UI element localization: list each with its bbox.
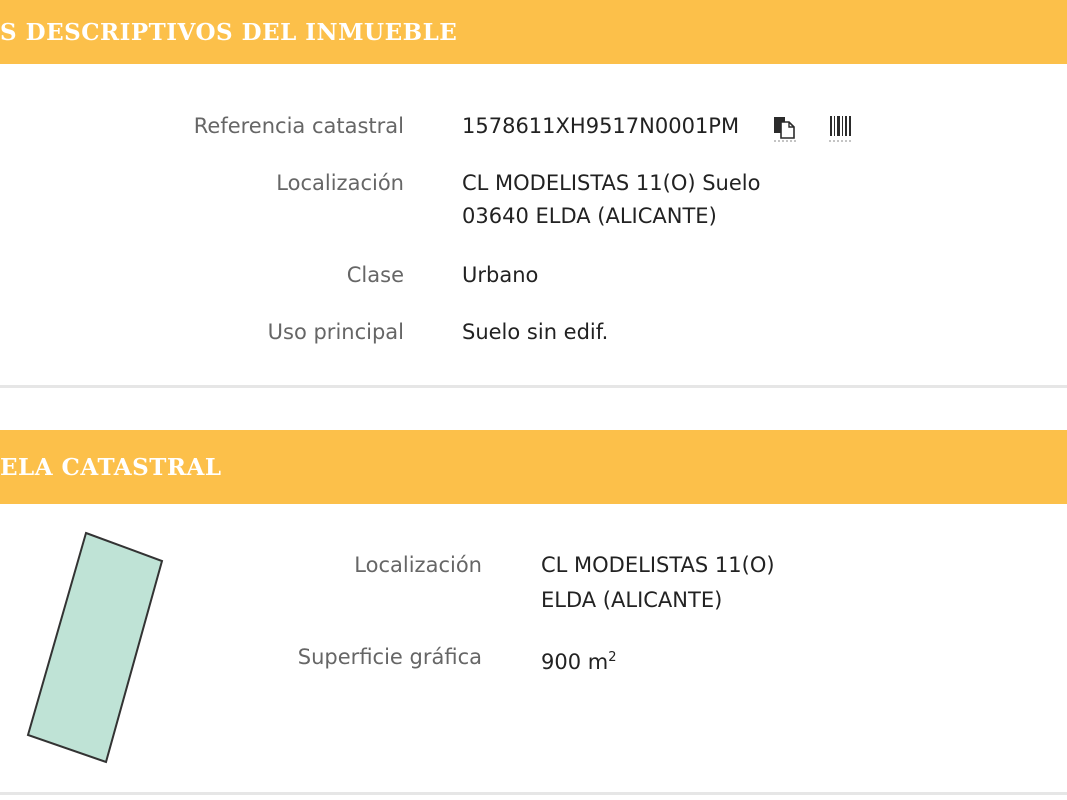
section-title-parcel: ELA CATASTRAL: [0, 453, 222, 481]
value-localizacion-line1: CL MODELISTAS 11(O) Suelo: [462, 171, 761, 195]
copy-icon[interactable]: [772, 113, 798, 143]
page: S DESCRIPTIVOS DEL INMUEBLE Referencia c…: [0, 0, 1067, 800]
section-header-parcel: ELA CATASTRAL: [0, 430, 1067, 504]
label-superficie-grafica: Superficie gráfica: [297, 645, 482, 669]
value-uso-principal: Suelo sin edif.: [462, 320, 609, 344]
value-parcel-localizacion-line2: ELDA (ALICANTE): [541, 588, 723, 612]
section-divider: [0, 385, 1067, 388]
copy-icon-graphic: [774, 117, 796, 142]
superficie-value: 900 m: [541, 650, 609, 674]
label-localizacion: Localización: [276, 171, 404, 195]
value-superficie-grafica: 900 m2: [541, 641, 617, 679]
label-referencia-catastral: Referencia catastral: [193, 114, 404, 138]
section-title-descriptive: S DESCRIPTIVOS DEL INMUEBLE: [0, 18, 458, 46]
value-localizacion-line2: 03640 ELDA (ALICANTE): [462, 204, 717, 228]
barcode-icon-graphic: [829, 116, 853, 142]
parcel-shape: [26, 531, 164, 764]
label-uso-principal: Uso principal: [267, 320, 404, 344]
label-clase: Clase: [346, 263, 404, 287]
parcel-map[interactable]: [0, 510, 200, 780]
section-header-descriptive: S DESCRIPTIVOS DEL INMUEBLE: [0, 0, 1067, 64]
label-parcel-localizacion: Localización: [354, 553, 482, 577]
value-referencia-catastral: 1578611XH9517N0001PM: [462, 114, 740, 138]
value-clase: Urbano: [462, 263, 539, 287]
section-divider-bottom: [0, 792, 1067, 795]
barcode-icon[interactable]: [828, 113, 854, 143]
superficie-unit-exponent: 2: [608, 650, 617, 665]
value-parcel-localizacion-line1: CL MODELISTAS 11(O): [541, 553, 775, 577]
